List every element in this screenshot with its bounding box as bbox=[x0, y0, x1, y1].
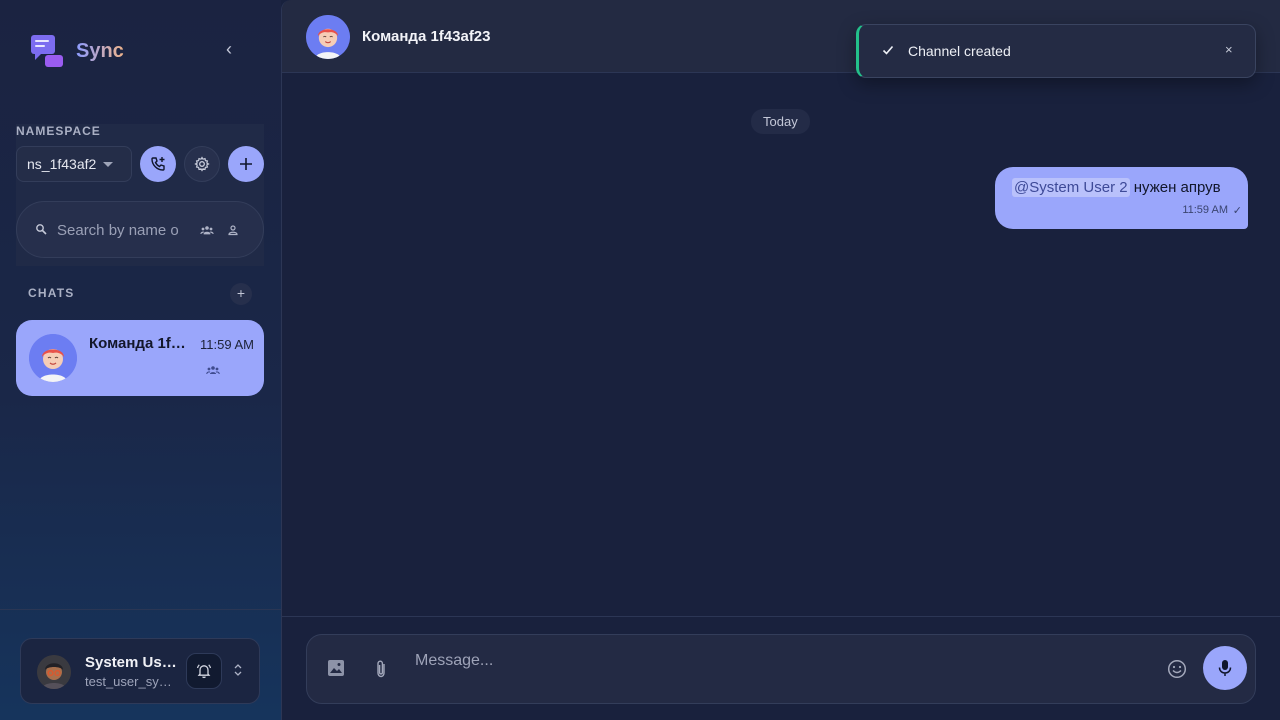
chat-bubbles-icon bbox=[30, 34, 64, 68]
search-icon bbox=[36, 224, 47, 235]
group-filter-icon[interactable] bbox=[200, 224, 214, 236]
date-separator: Today bbox=[751, 109, 810, 134]
current-user-name: System User 1 bbox=[85, 654, 177, 671]
message-body: нужен апрув bbox=[1129, 179, 1221, 196]
microphone-icon bbox=[1218, 660, 1232, 676]
namespace-value: ns_1f43af2 bbox=[27, 156, 97, 172]
toast-close-button[interactable]: × bbox=[1225, 42, 1233, 57]
search-box bbox=[16, 201, 264, 258]
user-filter-icon[interactable] bbox=[227, 224, 239, 236]
chat-list-item[interactable]: Команда 1f43af23 11:59 AM bbox=[16, 320, 264, 396]
message-composer bbox=[306, 634, 1256, 704]
add-call-button[interactable] bbox=[140, 146, 176, 182]
chat-time: 11:59 AM bbox=[200, 337, 254, 352]
new-chat-button[interactable]: + bbox=[230, 283, 252, 305]
namespace-panel: NAMESPACE ns_1f43af2 bbox=[16, 124, 264, 266]
plus-icon bbox=[240, 158, 252, 170]
gear-icon bbox=[194, 156, 210, 172]
message-time: 11:59 AM bbox=[1182, 204, 1228, 216]
check-icon: ✓ bbox=[1232, 205, 1242, 217]
toast-message: Channel created bbox=[908, 43, 1011, 59]
namespace-label: NAMESPACE bbox=[16, 124, 101, 138]
avatar bbox=[37, 655, 71, 689]
sidebar: Sync ‹ NAMESPACE ns_1f43af2 Search by na… bbox=[0, 0, 281, 720]
message-input[interactable] bbox=[415, 651, 1115, 671]
avatar bbox=[29, 334, 77, 382]
paperclip-icon[interactable] bbox=[373, 659, 389, 679]
toast-notification: Channel created × bbox=[856, 24, 1256, 78]
check-icon bbox=[882, 45, 894, 55]
image-icon[interactable] bbox=[327, 659, 345, 677]
group-icon bbox=[206, 366, 220, 375]
chats-section-label: CHATS bbox=[28, 286, 75, 300]
message-bubble[interactable]: @System User 2 нужен апрув 11:59 AM ✓ bbox=[995, 167, 1248, 229]
message-text: @System User 2 нужен апрув bbox=[1012, 178, 1221, 197]
chat-name: Команда 1f43af23 bbox=[89, 335, 191, 352]
voice-message-button[interactable] bbox=[1203, 646, 1247, 690]
search-input[interactable] bbox=[57, 220, 185, 240]
app-logo[interactable]: Sync bbox=[30, 34, 124, 68]
chevron-up-down-icon bbox=[234, 664, 242, 676]
expand-user-menu-button[interactable] bbox=[233, 663, 243, 678]
emoji-icon[interactable] bbox=[1167, 659, 1187, 679]
namespace-settings-button[interactable] bbox=[184, 146, 220, 182]
collapse-sidebar-button[interactable]: ‹ bbox=[226, 40, 242, 59]
chat-title[interactable]: Команда 1f43af23 bbox=[362, 28, 491, 45]
phone-plus-icon bbox=[151, 157, 165, 171]
namespace-select[interactable]: ns_1f43af2 bbox=[16, 146, 132, 182]
add-namespace-button[interactable] bbox=[228, 146, 264, 182]
user-mention[interactable]: @System User 2 bbox=[1012, 178, 1130, 197]
bell-icon bbox=[196, 664, 212, 679]
chevron-down-icon bbox=[103, 162, 113, 167]
avatar[interactable] bbox=[306, 15, 350, 59]
notifications-button[interactable] bbox=[186, 653, 222, 689]
sidebar-divider bbox=[0, 609, 281, 610]
composer-bar bbox=[282, 616, 1280, 720]
app-name: Sync bbox=[76, 39, 124, 62]
current-user-handle: test_user_system_1 bbox=[85, 674, 177, 689]
chat-panel: Команда 1f43af23 Today @System User 2 ну… bbox=[281, 0, 1280, 720]
current-user-card[interactable]: System User 1 test_user_system_1 bbox=[20, 638, 260, 704]
